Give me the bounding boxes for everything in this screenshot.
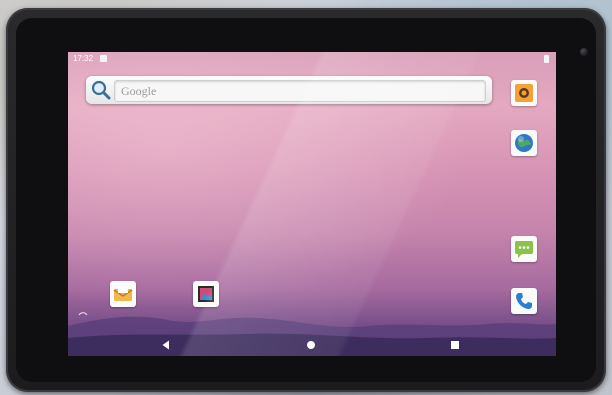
phone-app[interactable] [511,288,537,314]
recents-icon[interactable] [449,339,461,351]
home-icon[interactable] [305,339,317,351]
search-input[interactable]: Google [114,80,486,102]
back-icon[interactable] [160,339,172,351]
search-placeholder: Google [121,84,157,98]
camera-app-icon [515,84,533,102]
status-time: 17:32 [73,54,94,63]
google-search-bar[interactable]: Google [86,76,492,104]
search-icon[interactable] [90,79,112,101]
navigation-bar [68,334,556,356]
browser-app[interactable] [511,130,537,156]
status-bar: 17:32 [68,52,556,66]
home-screen: 17:32 Google [68,52,556,356]
messaging-app[interactable] [511,236,537,262]
signal-indicator [78,312,88,316]
battery-icon [544,55,549,63]
messaging-app-icon [515,241,533,258]
email-app[interactable] [110,281,136,307]
browser-app-icon [515,134,533,152]
gallery-app[interactable] [193,281,219,307]
phone-app-icon [516,293,532,309]
gallery-app-icon [198,286,214,302]
camera-app[interactable] [511,80,537,106]
front-camera [580,48,588,56]
email-app-icon [113,286,133,301]
notification-icon [100,55,107,62]
